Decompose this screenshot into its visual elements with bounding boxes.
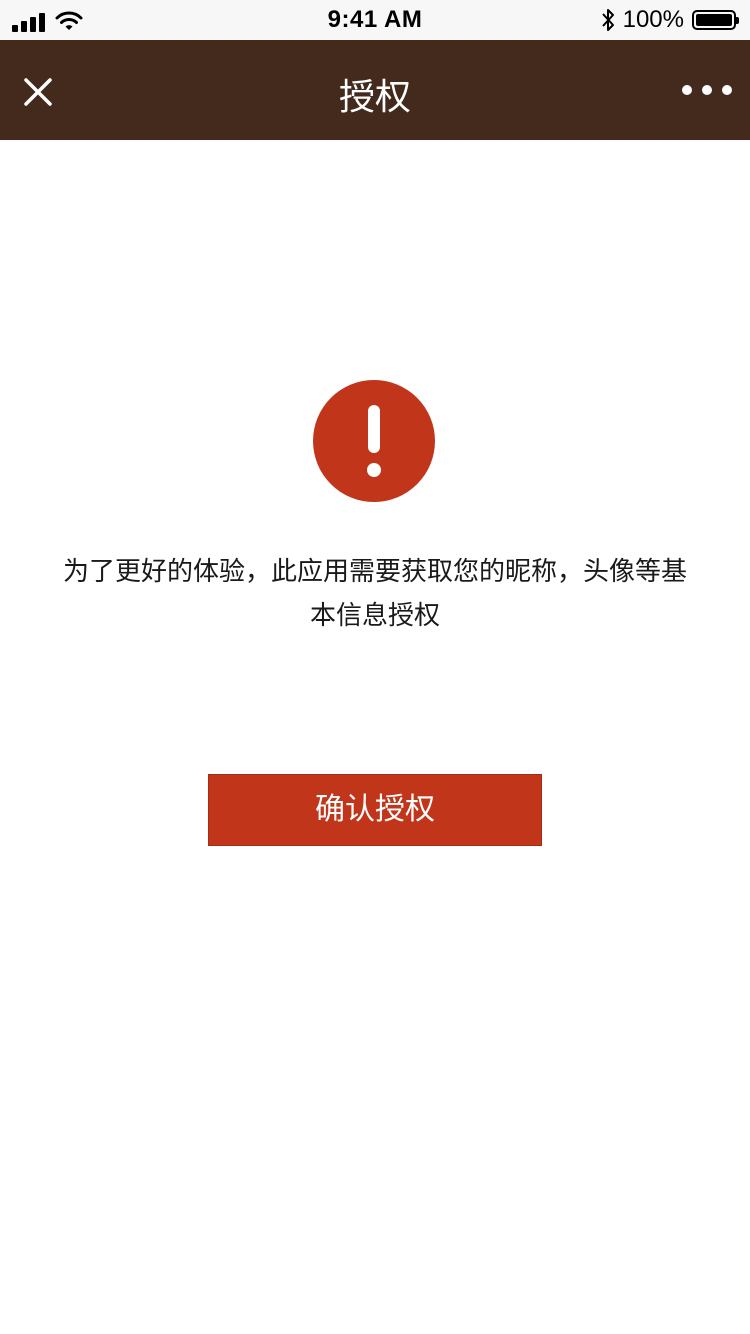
status-bar: 9:41 AM 100% <box>0 0 750 40</box>
battery-icon <box>692 10 739 30</box>
page-title: 授权 <box>338 77 411 118</box>
status-right: 100% <box>601 6 739 34</box>
confirm-authorize-button[interactable]: 确认授权 <box>208 774 542 846</box>
bluetooth-icon <box>601 9 614 31</box>
exclamation-dot <box>367 463 381 477</box>
battery-percentage: 100% <box>622 6 684 33</box>
battery-fill <box>696 14 732 26</box>
exclamation-bar <box>368 405 380 453</box>
nav-bar: 授权 <box>0 40 750 140</box>
more-dot <box>682 85 692 95</box>
more-dot <box>702 85 712 95</box>
more-icon[interactable] <box>682 80 732 100</box>
exclamation-icon <box>313 380 435 502</box>
more-dot <box>722 85 732 95</box>
authorization-message: 为了更好的体验，此应用需要获取您的昵称，头像等基本信息授权 <box>62 557 687 631</box>
screen: 9:41 AM 100% 授权 为了更好的体验，此应用需要获取您的昵称，头像等基… <box>0 0 750 1334</box>
